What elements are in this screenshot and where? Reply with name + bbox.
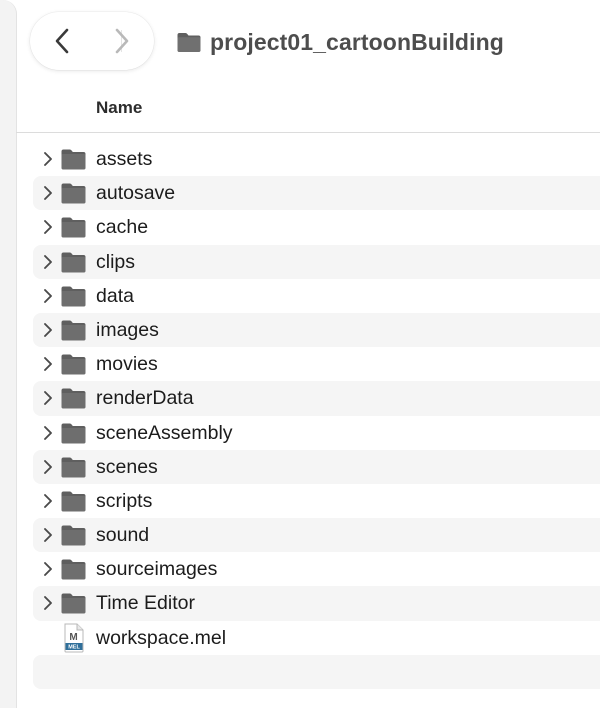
chevron-right-icon: [44, 357, 52, 372]
file-list: assets autosave cache clips data images …: [33, 142, 600, 689]
file-name: movies: [96, 353, 158, 376]
disclosure-triangle[interactable]: [41, 459, 55, 475]
folder-icon: [61, 593, 86, 614]
folder-icon: [61, 491, 86, 512]
list-header: Name: [16, 84, 600, 133]
folder-row[interactable]: sourceimages: [33, 552, 600, 586]
file-name: cache: [96, 216, 149, 239]
disclosure-triangle[interactable]: [41, 151, 55, 167]
folder-row[interactable]: scripts: [33, 484, 600, 518]
svg-text:MEL: MEL: [68, 644, 80, 650]
folder-icon: [61, 388, 86, 409]
folder-row[interactable]: autosave: [33, 176, 600, 211]
folder-row[interactable]: renderData: [33, 381, 600, 416]
disclosure-triangle[interactable]: [41, 390, 55, 406]
disclosure-triangle[interactable]: [41, 322, 55, 338]
file-name: workspace.mel: [96, 626, 227, 649]
file-row[interactable]: M MEL workspace.mel: [33, 621, 600, 655]
chevron-right-icon: [44, 528, 52, 543]
chevron-right-icon: [44, 391, 52, 406]
toolbar: project01_cartoonBuilding: [0, 0, 600, 84]
disclosure-triangle[interactable]: [41, 425, 55, 441]
chevron-right-icon: [44, 459, 52, 474]
column-header-name[interactable]: Name: [96, 98, 142, 118]
disclosure-triangle[interactable]: [41, 561, 55, 577]
chevron-right-icon: [44, 596, 52, 611]
svg-text:M: M: [69, 632, 77, 643]
file-name: renderData: [96, 387, 194, 410]
folder-row[interactable]: sound: [33, 518, 600, 553]
file-name: assets: [96, 148, 153, 170]
folder-icon: [61, 423, 86, 443]
disclosure-triangle[interactable]: [41, 185, 55, 201]
chevron-left-icon: [55, 28, 69, 54]
folder-icon: [61, 320, 86, 341]
folder-icon: [61, 559, 86, 580]
file-name: sceneAssembly: [96, 421, 233, 444]
folder-icon: [61, 457, 86, 478]
folder-icon: [177, 33, 201, 52]
folder-icon: [61, 525, 86, 546]
file-name: data: [96, 284, 134, 307]
disclosure-triangle[interactable]: [41, 527, 55, 543]
file-name: clips: [96, 250, 136, 273]
folder-row[interactable]: movies: [33, 347, 600, 381]
chevron-right-icon: [44, 152, 52, 166]
folder-icon: [61, 354, 86, 375]
chevron-right-icon: [44, 425, 52, 440]
folder-row[interactable]: clips: [33, 244, 600, 279]
window-title: project01_cartoonBuilding: [176, 26, 504, 58]
chevron-right-icon: [44, 220, 52, 235]
folder-title: project01_cartoonBuilding: [210, 28, 504, 55]
folder-row[interactable]: images: [33, 312, 600, 348]
disclosure-triangle[interactable]: [41, 356, 55, 372]
chevron-right-icon: [44, 186, 52, 201]
disclosure-triangle[interactable]: [41, 288, 55, 304]
folder-row[interactable]: sceneAssembly: [33, 416, 600, 450]
folder-row[interactable]: data: [33, 279, 600, 313]
chevron-right-icon: [44, 254, 52, 269]
folder-row[interactable]: Time Editor: [33, 586, 600, 621]
forward-button[interactable]: [92, 12, 152, 70]
disclosure-triangle[interactable]: [41, 219, 55, 235]
chevron-right-icon: [44, 288, 52, 303]
folder-icon: [61, 183, 86, 204]
file-name: sound: [96, 524, 150, 547]
folder-icon: [61, 149, 86, 170]
disclosure-triangle[interactable]: [41, 254, 55, 270]
folder-icon: [61, 286, 86, 307]
back-button[interactable]: [32, 12, 92, 70]
file-name: images: [96, 318, 159, 341]
empty-row: [33, 654, 600, 689]
disclosure-triangle[interactable]: [41, 493, 55, 509]
folder-row[interactable]: scenes: [33, 449, 600, 484]
file-name: scenes: [96, 455, 158, 478]
file-name: sourceimages: [96, 558, 218, 581]
folder-icon: [61, 252, 86, 273]
chevron-right-icon: [44, 493, 52, 508]
chevron-right-icon: [44, 322, 52, 337]
sidebar-edge: [0, 0, 17, 708]
navigation-control: [30, 12, 154, 70]
chevron-right-icon: [44, 562, 52, 577]
file-name: scripts: [96, 489, 153, 512]
folder-row[interactable]: assets: [33, 142, 600, 176]
file-name: Time Editor: [96, 592, 195, 615]
chevron-right-icon: [115, 28, 129, 54]
mel-file-icon: M MEL: [63, 623, 85, 653]
file-name: autosave: [96, 182, 176, 205]
folder-icon: [61, 217, 86, 238]
folder-row[interactable]: cache: [33, 210, 600, 244]
disclosure-triangle[interactable]: [41, 595, 55, 611]
